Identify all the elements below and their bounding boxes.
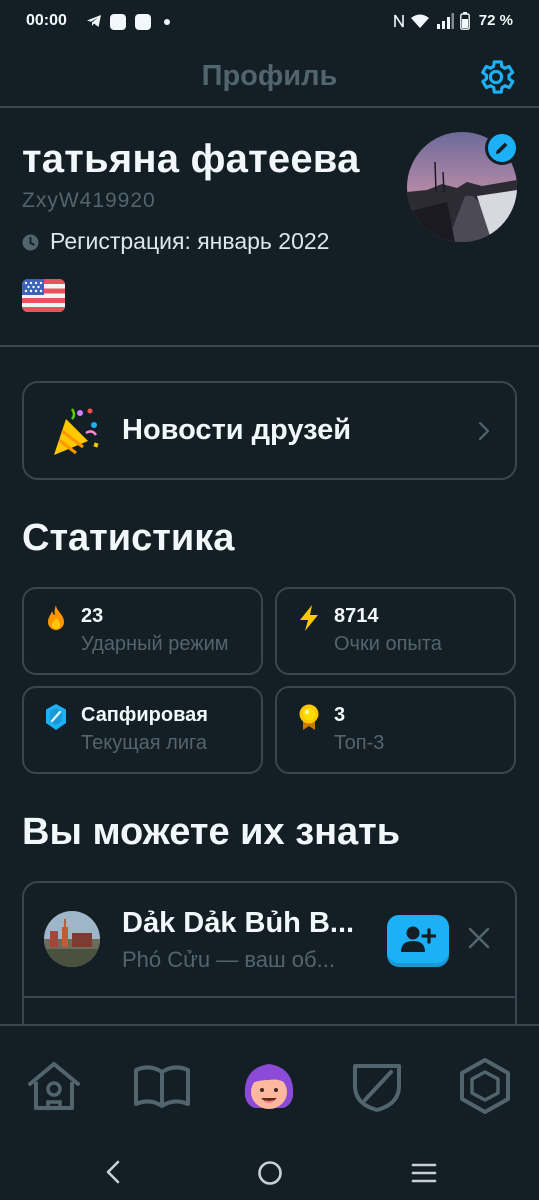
edit-avatar-button[interactable] <box>485 131 519 165</box>
stat-value: 23 <box>81 605 104 627</box>
nfc-icon <box>394 14 404 28</box>
stat-card-xp: 8714 Очки опыта <box>275 587 516 675</box>
stat-card-league[interactable]: Сапфировая Текущая лига <box>22 686 263 774</box>
friends-news-card[interactable]: Новости друзей <box>22 381 517 480</box>
medal-icon <box>299 704 319 730</box>
telegram-icon <box>87 15 101 27</box>
registration-date: Регистрация: январь 2022 <box>50 228 330 254</box>
shop-tab[interactable] <box>455 1056 515 1116</box>
username: ZxyW419920 <box>22 189 156 212</box>
leagues-tab[interactable] <box>347 1056 407 1116</box>
stat-value: 3 <box>334 704 346 726</box>
clock-icon <box>22 234 39 251</box>
chevron-right-icon <box>478 421 490 441</box>
stat-label: Топ-3 <box>334 732 385 754</box>
gem-icon <box>460 1058 510 1114</box>
system-navigation-bar <box>0 1140 539 1200</box>
battery-icon <box>460 12 470 30</box>
more-notifications-dot <box>164 19 170 25</box>
shield-icon <box>353 1064 401 1112</box>
stat-card-streak: 23 Ударный режим <box>22 587 263 675</box>
suggested-user-name[interactable]: Dảk Dảk Bủh B... <box>122 907 372 940</box>
home-icon <box>28 1062 80 1110</box>
wifi-icon <box>411 14 429 28</box>
page-title: Профиль <box>201 60 338 92</box>
home-circle-icon[interactable] <box>257 1160 283 1186</box>
profile-tab[interactable] <box>239 1056 299 1116</box>
learn-tab[interactable] <box>132 1056 192 1116</box>
add-user-icon <box>401 926 436 952</box>
recent-apps-icon[interactable] <box>411 1162 437 1184</box>
notification-app-icon <box>110 14 126 30</box>
friends-news-label: Новости друзей <box>122 414 352 446</box>
suggestions-card: Dảk Dảk Bủh B... Phó Cửu — ваш об... <box>22 881 517 1041</box>
profile-character-icon <box>244 1064 294 1109</box>
status-bar: 00:00 72 % <box>0 0 539 44</box>
book-icon <box>134 1065 190 1108</box>
flame-icon <box>48 605 64 630</box>
us-flag-icon[interactable] <box>22 279 65 312</box>
bottom-tab-bar <box>0 1024 539 1140</box>
party-popper-icon <box>54 408 99 455</box>
signal-icon <box>437 13 454 29</box>
stat-label: Очки опыта <box>334 633 442 655</box>
settings-gear-icon[interactable] <box>475 56 517 98</box>
stat-value: Сапфировая <box>81 704 208 726</box>
stat-label: Ударный режим <box>81 633 229 655</box>
stat-card-top: 3 Топ-3 <box>275 686 516 774</box>
suggested-user-avatar[interactable] <box>44 911 100 967</box>
lightning-icon <box>300 605 318 631</box>
suggestions-divider <box>24 996 515 998</box>
suggested-user-photo <box>44 911 100 967</box>
home-tab[interactable] <box>24 1056 84 1116</box>
statistics-heading: Статистика <box>22 517 235 559</box>
suggestions-heading: Вы можете их знать <box>22 811 401 853</box>
battery-percent: 72 % <box>478 12 513 29</box>
close-icon[interactable] <box>466 925 492 951</box>
notification-app-icon <box>135 14 151 30</box>
stat-value: 8714 <box>334 605 379 627</box>
pencil-icon <box>496 142 508 154</box>
user-display-name: татьяна фатеева <box>22 137 360 181</box>
stat-label: Текущая лига <box>81 732 207 754</box>
profile-divider <box>0 345 539 347</box>
status-time: 00:00 <box>26 12 67 29</box>
back-icon[interactable] <box>104 1160 124 1184</box>
add-friend-button[interactable] <box>387 915 449 963</box>
suggested-user-subtitle: Phó Cửu — ваш об... <box>122 947 335 972</box>
top-bar: Профиль <box>0 44 539 108</box>
sapphire-league-icon <box>46 704 66 730</box>
